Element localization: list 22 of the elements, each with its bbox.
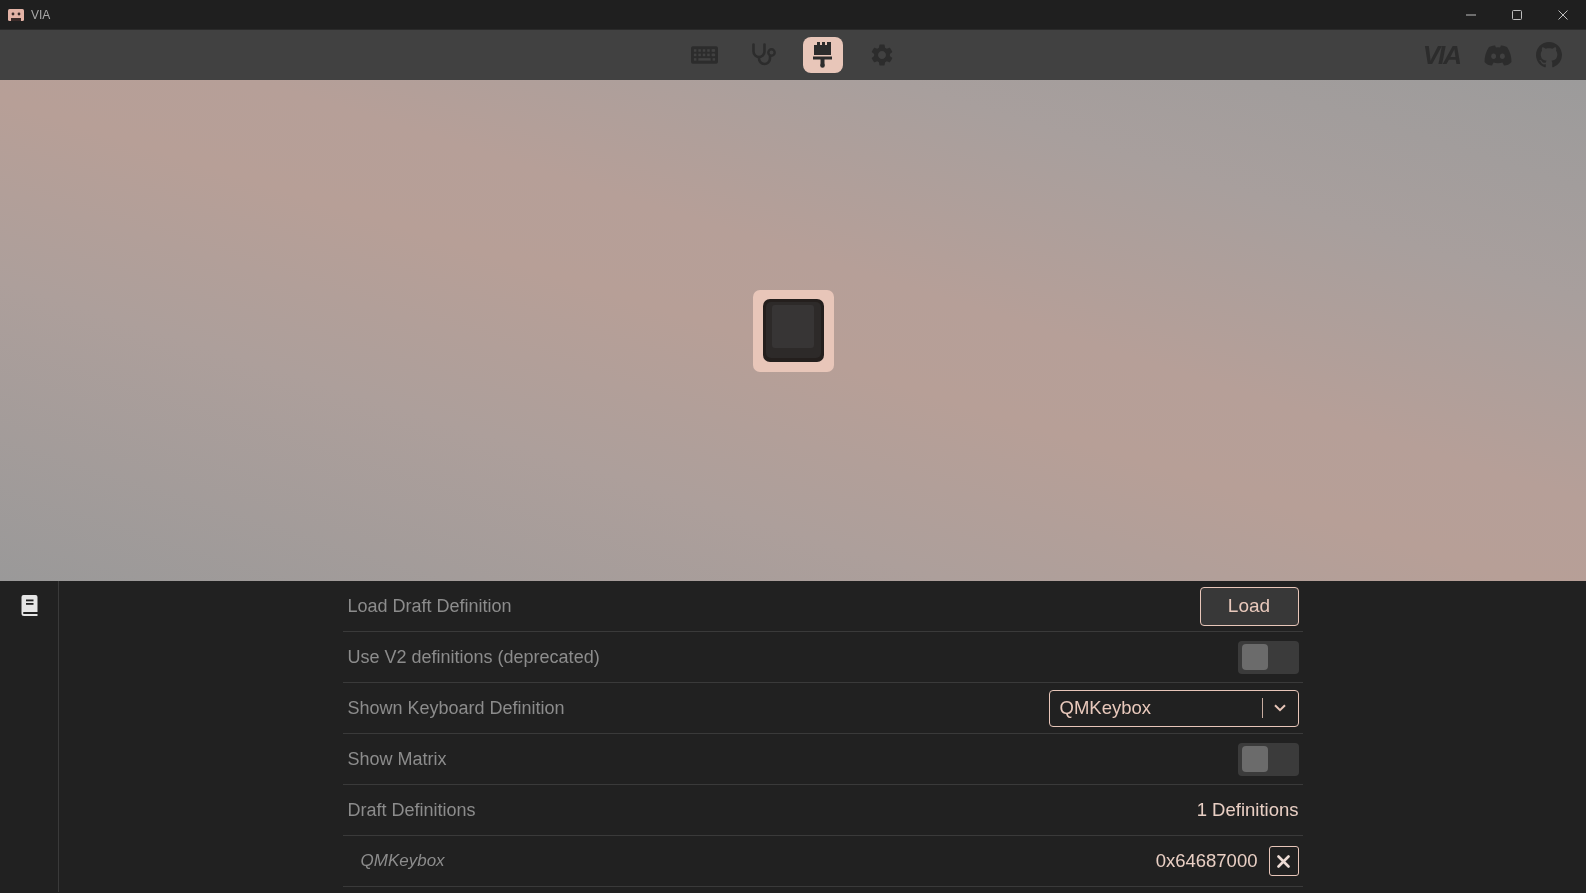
- paintbrush-icon: [813, 42, 832, 68]
- app-icon: [8, 8, 24, 21]
- load-button[interactable]: Load: [1199, 586, 1299, 626]
- chevron-down-icon: [1273, 704, 1286, 712]
- window-title: VIA: [31, 6, 51, 24]
- paintbrush-tab[interactable]: [802, 37, 843, 73]
- setting-label: Show Matrix: [347, 747, 447, 771]
- definition-count: 1 Definitions: [1196, 798, 1299, 823]
- definition-name: QMKeybox: [359, 850, 445, 873]
- close-icon: [1558, 9, 1568, 20]
- definition-id: 0x64687000: [1155, 849, 1258, 874]
- setting-label: Use V2 definitions (deprecated): [347, 645, 600, 669]
- setting-label: Draft Definitions: [347, 798, 476, 822]
- toggle-switch[interactable]: [1237, 742, 1299, 776]
- delete-button[interactable]: [1268, 846, 1299, 876]
- maximize-icon: [1512, 9, 1522, 20]
- toggle-switch[interactable]: [1237, 640, 1299, 674]
- setting-label: Load Draft Definition: [347, 594, 512, 618]
- setting-label: Shown Keyboard Definition: [347, 696, 565, 720]
- keyboard-select[interactable]: QMKeybox: [1048, 689, 1299, 727]
- close-icon: [1277, 854, 1290, 868]
- book-icon: [20, 595, 38, 616]
